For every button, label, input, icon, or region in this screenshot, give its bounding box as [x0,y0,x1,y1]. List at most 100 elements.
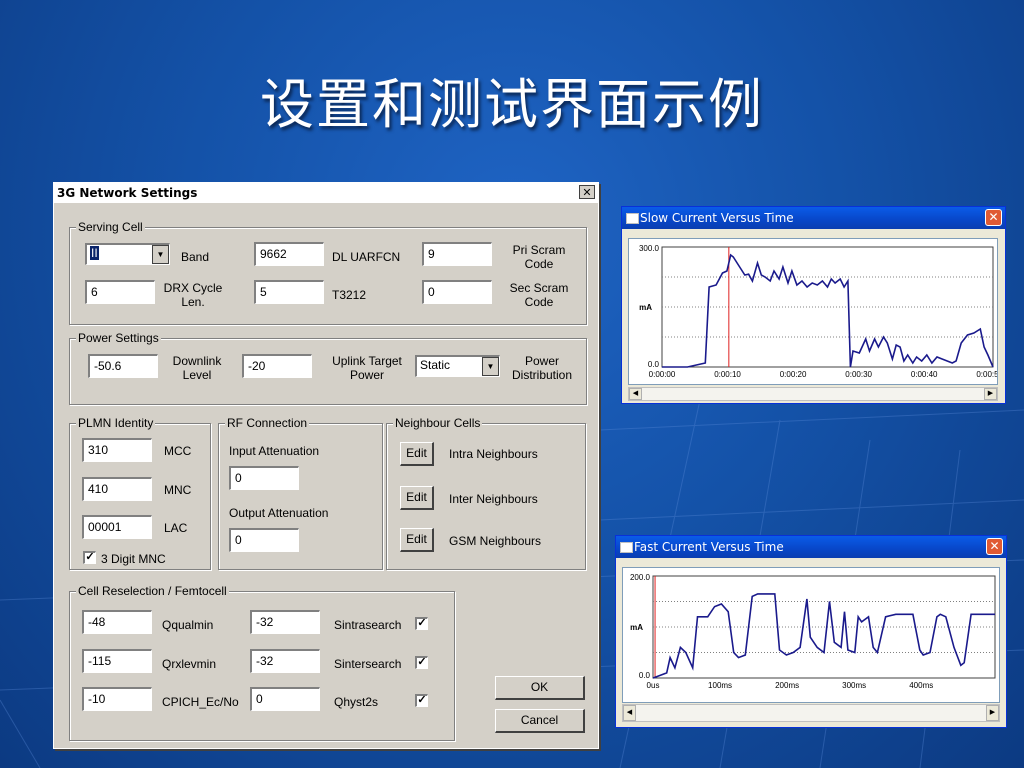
mnc-label: MNC [164,483,192,497]
y-tick-label: 200.0 [630,573,651,582]
slide-title: 设置和测试界面示例 [260,73,764,136]
y-tick-label: 300.0 [639,244,660,253]
drx-cycle-input[interactable]: 6 [85,280,155,304]
drx-cycle-label-line1: DRX Cycle [163,281,223,295]
y-tick-label: 0.0 [648,360,660,369]
power-distribution-select[interactable]: Static ▼ [415,355,500,377]
network-settings-dialog: 3G Network Settings ✕ Serving Cell II ▼ … [53,182,599,749]
sintrasearch-input[interactable]: -32 [250,610,320,634]
uplink-target-label-line2: Power [349,368,384,382]
cell-reselection-group: Cell Reselection / Femtocell -48 Qqualmi… [69,584,455,741]
chevron-down-icon[interactable]: ▼ [482,357,499,376]
scroll-right-icon[interactable]: ▶ [984,388,997,400]
neighbour-cells-group: Neighbour Cells Edit Intra Neighbours Ed… [386,416,586,570]
output-attenuation-input[interactable]: 0 [229,528,299,552]
fast-current-chart: 200.0 0.0 mA 0us 100ms 200ms 300ms 400ms [630,573,996,690]
sec-scram-input[interactable]: 0 [422,280,492,304]
edit-gsm-neighbours-button[interactable]: Edit [400,528,434,552]
scroll-left-icon[interactable]: ◀ [623,705,636,721]
fast-current-scrollbar[interactable]: ◀ ▶ [622,704,1000,722]
window-icon [620,542,633,553]
uplink-target-input[interactable]: -20 [242,354,312,378]
band-value: II [90,246,99,260]
power-distribution-label: Power Distribution [502,354,582,382]
sintrasearch-label: Sintrasearch [334,618,402,632]
pri-scram-label-line1: Pri Scram [512,243,566,257]
slow-current-title: Slow Current Versus Time [640,211,794,225]
x-tick-label: 300ms [842,681,866,690]
dl-uarfcn-input[interactable]: 9662 [254,242,324,266]
three-digit-mnc-checkbox[interactable]: ✓ [83,551,96,564]
cpich-ecno-label: CPICH_Ec/No [162,695,239,709]
dialog-close-button[interactable]: ✕ [579,185,595,199]
sintersearch-input[interactable]: -32 [250,649,320,673]
current-series-line [662,253,994,368]
y-tick-label: 0.0 [639,671,651,680]
sintersearch-checkbox[interactable]: ✓ [415,656,428,669]
dialog-titlebar[interactable]: 3G Network Settings ✕ [54,183,598,203]
mcc-input[interactable]: 310 [82,438,152,462]
x-tick-label: 0:00:10 [714,370,741,379]
fast-current-window: Fast Current Versus Time ✕ 200.0 0.0 mA 0us… [615,535,1007,728]
gsm-neighbours-label: GSM Neighbours [449,534,542,548]
dialog-title: 3G Network Settings [57,186,198,200]
inter-neighbours-label: Inter Neighbours [449,492,538,506]
power-distribution-value: Static [420,358,451,372]
scroll-left-icon[interactable]: ◀ [629,388,642,400]
edit-intra-neighbours-button[interactable]: Edit [400,442,434,466]
slow-current-titlebar[interactable]: Slow Current Versus Time ✕ [622,207,1005,229]
t3212-input[interactable]: 5 [254,280,324,304]
fast-current-title: Fast Current Versus Time [634,540,784,554]
downlink-level-label: Downlink Level [162,354,232,382]
drx-cycle-label: DRX Cycle Len. [158,281,228,309]
chevron-down-icon[interactable]: ▼ [152,245,169,264]
cancel-button[interactable]: Cancel [495,709,585,733]
fast-current-close-button[interactable]: ✕ [986,538,1003,555]
slow-current-plot-area: 300.0 0.0 mA 0:00:00 0:00:10 0:00:20 0:00:30 0:… [628,238,1004,385]
band-select[interactable]: II ▼ [85,243,170,265]
slow-current-chart: 300.0 0.0 mA 0:00:00 0:00:10 0:00:20 0:00:30 0:… [639,244,1004,379]
serving-cell-group: Serving Cell II ▼ Band 9662 DL UARFCN 9 … [69,220,587,325]
edit-inter-neighbours-button[interactable]: Edit [400,486,434,510]
lac-input[interactable]: 00001 [82,515,152,539]
sintersearch-label: Sintersearch [334,657,402,671]
band-label: Band [181,250,210,264]
x-tick-label: 100ms [708,681,732,690]
mnc-input[interactable]: 410 [82,477,152,501]
qqualmin-input[interactable]: -48 [82,610,152,634]
x-tick-label: 0:00:20 [780,370,807,379]
qhyst2s-label: Qhyst2s [334,695,379,709]
input-attenuation-label: Input Attenuation [229,444,320,458]
sintrasearch-checkbox[interactable]: ✓ [415,617,428,630]
ok-button[interactable]: OK [495,676,585,700]
cpich-ecno-input[interactable]: -10 [82,687,152,711]
rf-connection-group: RF Connection Input Attenuation 0 Output… [218,416,383,570]
drx-cycle-label-line2: Len. [181,295,205,309]
downlink-level-label-line2: Level [182,368,212,382]
input-attenuation-input[interactable]: 0 [229,466,299,490]
pri-scram-input[interactable]: 9 [422,242,492,266]
x-tick-label: 0:00:40 [911,370,938,379]
y-axis-label: mA [630,623,643,632]
x-tick-label: 200ms [775,681,799,690]
qhyst2s-checkbox[interactable]: ✓ [415,694,428,707]
qhyst2s-input[interactable]: 0 [250,687,320,711]
slow-current-window: Slow Current Versus Time ✕ 300.0 0.0 mA 0:0… [621,206,1006,404]
fast-current-titlebar[interactable]: Fast Current Versus Time ✕ [616,536,1006,558]
power-distribution-label-line2: Distribution [511,368,573,382]
serving-cell-label: Serving Cell [76,220,145,234]
sec-scram-label-line2: Code [524,295,554,309]
uplink-target-label-line1: Uplink Target [332,354,402,368]
slow-current-close-button[interactable]: ✕ [985,209,1002,226]
downlink-level-input[interactable]: -50.6 [88,354,158,378]
y-axis-label: mA [639,303,652,312]
power-settings-label: Power Settings [76,331,161,345]
x-tick-label: 0:00:50 [976,370,997,379]
plmn-identity-label: PLMN Identity [76,416,156,430]
slow-current-scrollbar[interactable]: ◀ ▶ [628,387,998,401]
qrxlevmin-input[interactable]: -115 [82,649,152,673]
scroll-right-icon[interactable]: ▶ [986,705,999,721]
x-tick-label: 0us [647,681,660,690]
cell-reselection-label: Cell Reselection / Femtocell [76,584,229,598]
three-digit-mnc-label: 3 Digit MNC [101,552,166,566]
